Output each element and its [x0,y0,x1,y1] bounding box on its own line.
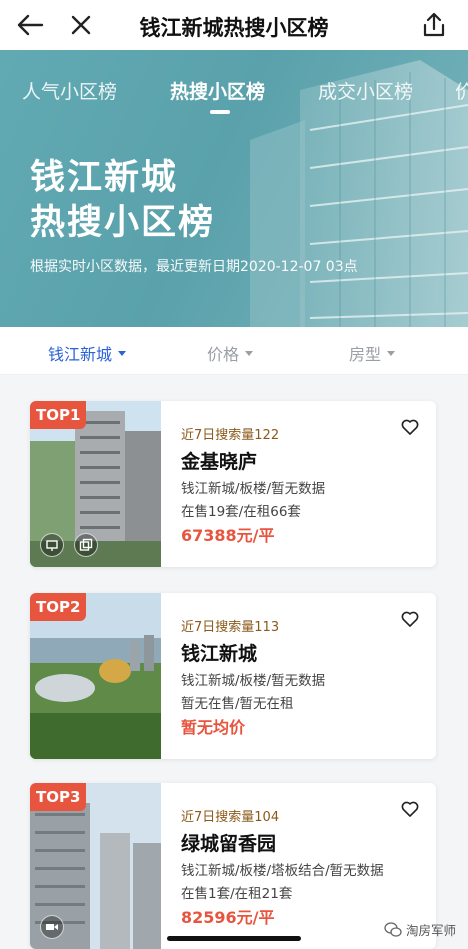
tab-popular[interactable]: 人气小区榜 [22,77,117,104]
video-camera-icon [46,924,58,930]
filter-area[interactable]: 钱江新城 [48,341,127,365]
community-desc: 钱江新城/板楼/暂无数据 [181,673,326,689]
rank-badge: TOP1 [30,401,87,429]
hero-banner: 人气小区榜 热搜小区榜 成交小区榜 价 钱江新城 热搜小区榜 根据实时小区数据，… [0,50,468,327]
filter-area-label: 钱江新城 [48,345,113,364]
arrow-left-icon [17,14,44,36]
search-count: 近7日搜索量113 [181,620,280,635]
watermark: 淘房军师 [384,920,456,939]
filter-bar: 钱江新城 价格 房型 [0,327,468,375]
filter-price-label: 价格 [207,345,240,364]
avg-price: 暂无均价 [181,718,246,737]
hero-title-line2: 热搜小区榜 [30,203,216,243]
tab-transaction[interactable]: 成交小区榜 [318,77,413,104]
caret-down-icon [245,350,254,356]
avg-price: 67388元/平 [181,526,275,545]
heart-icon[interactable] [400,609,420,629]
rank-badge: TOP2 [30,593,87,621]
filter-price[interactable]: 价格 [207,341,254,365]
community-card[interactable]: TOP3 近7日搜索量104 绿城留香园 钱江新城/板楼/塔板结合/暂无数据 在… [30,783,436,949]
wechat-icon [384,921,402,937]
avg-price: 82596元/平 [181,908,275,927]
top-navbar: 钱江新城热搜小区榜 [0,0,468,50]
share-button[interactable] [416,7,452,43]
update-info: 根据实时小区数据，最近更新日期2020-12-07 03点 [30,259,358,275]
community-photo: TOP2 [30,593,161,759]
watermark-text: 淘房军师 [405,923,456,938]
search-count: 近7日搜索量122 [181,428,280,443]
active-tab-indicator [210,110,230,114]
community-photo: TOP1 [30,401,161,567]
community-name: 钱江新城 [181,643,258,665]
vr-button[interactable] [40,533,64,557]
tab-hot-search[interactable]: 热搜小区榜 [170,77,265,104]
video-button[interactable] [40,915,64,939]
ranking-tabs: 人气小区榜 热搜小区榜 成交小区榜 价 [0,77,468,117]
vr-icon [46,540,58,551]
heart-icon[interactable] [400,417,420,437]
listing-stock: 暂无在售/暂无在租 [181,696,294,712]
community-name: 绿城留香园 [181,833,277,855]
listing-stock: 在售19套/在租66套 [181,504,301,520]
tab-price[interactable]: 价 [455,77,468,104]
community-desc: 钱江新城/板楼/塔板结合/暂无数据 [181,863,384,879]
photos-button[interactable] [74,533,98,557]
photos-icon [79,538,93,551]
community-photo: TOP3 [30,783,161,949]
hero-title-line1: 钱江新城 [30,158,179,198]
share-upload-icon [423,12,445,37]
caret-down-icon [118,350,127,356]
filter-layout-label: 房型 [349,345,382,364]
close-button[interactable] [63,7,99,43]
community-card[interactable]: TOP2 近7日搜索量113 钱江新城 钱江新城/板楼/暂无数据 暂无在售/暂无… [30,593,436,759]
search-count: 近7日搜索量104 [181,810,280,825]
hero-title: 钱江新城 热搜小区榜 [30,156,215,246]
caret-down-icon [387,350,396,356]
rank-badge: TOP3 [30,783,87,811]
home-indicator[interactable] [167,936,301,941]
back-button[interactable] [12,7,48,43]
filter-layout[interactable]: 房型 [349,341,396,365]
community-card[interactable]: TOP1 近7日搜索量122 金基晓庐 钱江新城/板楼/暂无数据 在售19套/在… [30,401,436,567]
close-icon [71,15,91,35]
community-desc: 钱江新城/板楼/暂无数据 [181,481,326,497]
listing-stock: 在售1套/在租21套 [181,886,293,902]
screen: 钱江新城热搜小区榜 人气小区榜 热搜小区榜 成交小区榜 价 钱江新城 热搜小区榜… [0,0,468,949]
heart-icon[interactable] [400,799,420,819]
community-name: 金基晓庐 [181,451,258,473]
